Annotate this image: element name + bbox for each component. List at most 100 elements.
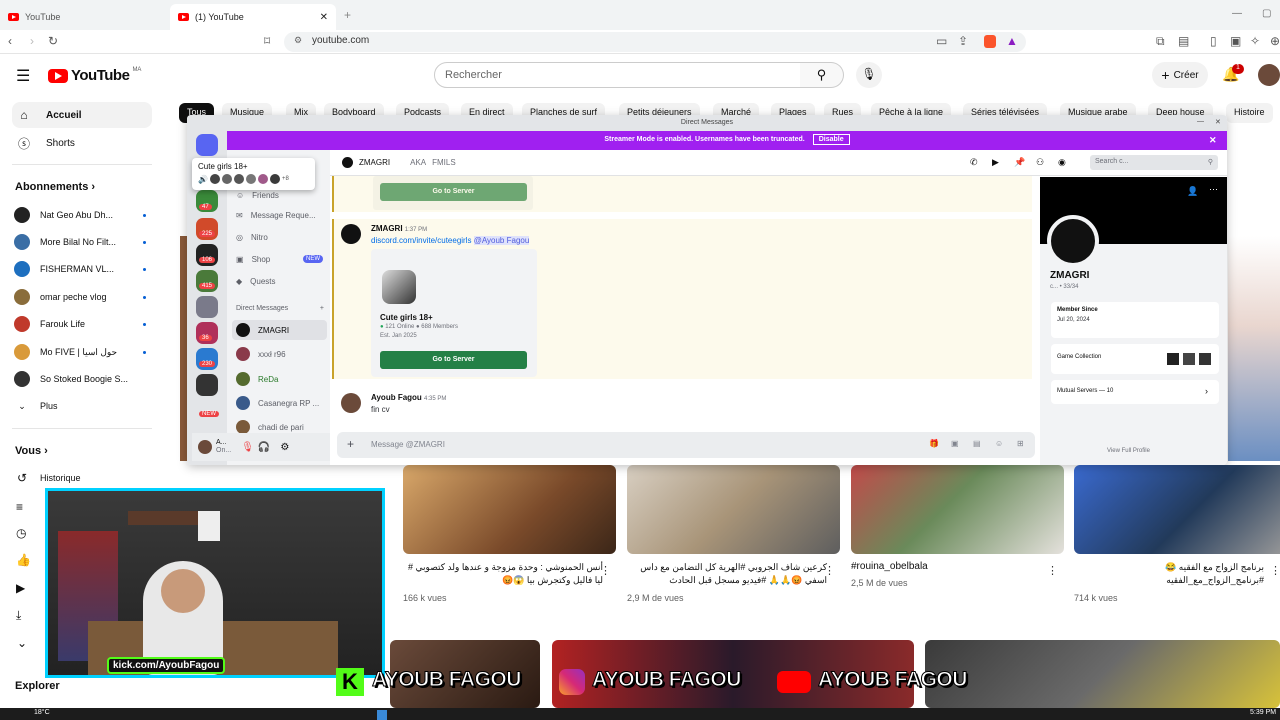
install-icon[interactable]: ▭ [936, 34, 947, 48]
tab-search-icon[interactable]: ▤ [1178, 34, 1189, 48]
video-call-icon[interactable]: ▶ [992, 157, 999, 168]
profile-toggle-icon[interactable]: ◉ [1058, 157, 1066, 168]
gif-icon[interactable]: ▣ [951, 439, 959, 448]
more-options-icon[interactable]: ⋯ [1209, 184, 1218, 195]
emoji-icon[interactable]: ☺ [995, 439, 1003, 448]
dm-item[interactable]: ReDa [232, 369, 327, 389]
user-mention[interactable]: @Ayoub Fagou [473, 236, 530, 245]
subscription-item[interactable]: Mo FIVE | حول اسيا [14, 340, 154, 364]
video-thumbnail[interactable] [627, 465, 840, 554]
back-icon[interactable]: ‹ [8, 34, 12, 48]
user-avatar[interactable] [341, 393, 361, 413]
site-info-icon[interactable]: ⚙ [294, 35, 302, 46]
sidebar-item-shorts[interactable]: ⓢ Shorts [12, 130, 152, 156]
sidebar-item-history[interactable]: ↺ Historique [14, 466, 154, 490]
discord-home-icon[interactable] [196, 134, 218, 156]
hamburger-menu-icon[interactable]: ☰ [16, 66, 30, 86]
more-options-icon[interactable]: ⋮ [600, 564, 611, 577]
window-close-icon[interactable]: ✕ [1215, 118, 1221, 126]
search-button[interactable]: ⚲ [800, 62, 844, 88]
more-options-icon[interactable]: ⋮ [1270, 564, 1280, 577]
subscription-item[interactable]: So Stoked Boogie S... [14, 367, 154, 391]
rewards-icon[interactable]: ▲ [1006, 34, 1018, 48]
user-avatar[interactable] [341, 224, 361, 244]
video-thumbnail[interactable] [851, 465, 1064, 554]
filter-chip[interactable]: Histoire [1226, 103, 1273, 123]
bookmark-icon[interactable]: ⌑ [264, 34, 270, 48]
video-title[interactable]: #rouina_obelbala [851, 561, 928, 572]
nav-shop[interactable]: ▣ Shop NEW [232, 249, 327, 269]
youtube-logo[interactable]: YouTube MA [48, 67, 141, 84]
self-avatar[interactable] [198, 440, 212, 454]
more-options-icon[interactable]: ⋮ [1047, 564, 1058, 577]
subscription-item[interactable]: More Bilal No Filt... [14, 230, 154, 254]
nav-quests[interactable]: ◆ Quests [232, 271, 327, 291]
attach-plus-icon[interactable]: + [347, 437, 354, 451]
video-title[interactable]: برنامج الزواج مع الفقيه 😂 #برنامج_الزواج… [1074, 561, 1264, 587]
browser-tab-2[interactable]: (1) YouTube ✕ [170, 4, 336, 30]
windows-start-icon[interactable] [377, 710, 387, 720]
dm-item[interactable]: ZMAGRI [232, 320, 327, 340]
subscription-item[interactable]: FISHERMAN VL... [14, 257, 154, 281]
forward-icon[interactable]: › [30, 34, 34, 48]
subscription-item[interactable]: Nat Geo Abu Dh... [14, 203, 154, 227]
sidebar-toggle-icon[interactable]: ▯ [1210, 34, 1217, 48]
subscription-item[interactable]: omar peche vlog [14, 285, 154, 309]
minimize-icon[interactable]: — [1232, 8, 1242, 19]
dm-item[interactable]: Casanegra RP ... [232, 393, 327, 413]
create-dm-icon[interactable]: + [320, 305, 324, 312]
server-icon[interactable] [196, 296, 218, 318]
downloads-icon[interactable]: ⤓ [16, 608, 21, 623]
pinned-icon[interactable]: 📌 [1014, 157, 1025, 168]
settings-gear-icon[interactable]: ⚙ [280, 442, 289, 453]
dm-item[interactable]: xxxł r96 [232, 344, 327, 364]
leo-icon[interactable]: ✧ [1250, 34, 1260, 48]
reload-icon[interactable]: ↻ [48, 34, 58, 48]
extensions-icon[interactable]: ⧉ [1156, 34, 1165, 49]
invite-link[interactable]: discord.com/invite/cuteegirls [371, 236, 471, 245]
brave-shield-icon[interactable] [984, 35, 996, 48]
video-title[interactable]: كرعين شاف الجروبي #الهرية كل التضامن مع … [627, 561, 827, 587]
show-more-button[interactable]: ⌄ Plus [14, 394, 154, 418]
watch-later-icon[interactable]: ◷ [16, 526, 26, 540]
new-tab-icon[interactable]: + [344, 8, 351, 22]
add-friends-icon[interactable]: ⚇ [1036, 157, 1044, 168]
sticker-icon[interactable]: ▤ [973, 439, 981, 448]
share-icon[interactable]: ⇪ [958, 34, 968, 48]
server-icon[interactable] [196, 374, 218, 396]
voice-search-button[interactable]: 🎙 [856, 62, 882, 88]
video-title[interactable]: أنس الحمنوشي : وحدة مزوجة و عندها ولد كت… [403, 561, 603, 587]
close-tab-icon[interactable]: ✕ [320, 12, 328, 23]
playlists-icon[interactable]: ≡ [16, 500, 23, 514]
add-friend-icon[interactable]: 👤 [1187, 186, 1198, 197]
create-button[interactable]: + Créer [1152, 62, 1208, 88]
search-input[interactable]: Rechercher [434, 62, 801, 88]
message-author[interactable]: ZMAGRI 1:37 PM [371, 224, 427, 233]
deafen-icon[interactable]: 🎧 [258, 442, 270, 453]
liked-videos-icon[interactable]: 👍 [16, 553, 31, 567]
url-field[interactable]: ⚙ youtube.com [284, 32, 1026, 52]
you-heading[interactable]: Vous › [15, 445, 48, 457]
subscription-item[interactable]: Farouk Life [14, 312, 154, 336]
maximize-icon[interactable]: ▢ [1262, 8, 1271, 19]
message-author[interactable]: Ayoub Fagou 4:35 PM [371, 393, 446, 402]
account-avatar[interactable] [1258, 64, 1280, 86]
mic-muted-icon[interactable]: 🎙 [241, 442, 254, 453]
subscriptions-heading[interactable]: Abonnements › [15, 181, 95, 193]
banner-close-icon[interactable]: ✕ [1209, 135, 1217, 146]
video-thumbnail[interactable] [1074, 465, 1280, 554]
go-to-server-button[interactable]: Go to Server [380, 351, 527, 369]
voice-call-icon[interactable]: ✆ [970, 157, 978, 168]
more-options-icon[interactable]: ⋮ [824, 564, 835, 577]
video-thumbnail[interactable] [403, 465, 616, 554]
profile-avatar[interactable] [1047, 215, 1099, 267]
game-collection-card[interactable]: Game Collection [1051, 344, 1219, 374]
browser-tab-1[interactable]: YouTube [0, 4, 168, 30]
your-videos-icon[interactable]: ▶ [16, 581, 25, 595]
menu-icon[interactable]: ⊕ [1270, 34, 1280, 48]
mutual-servers-row[interactable]: Mutual Servers — 10 › [1051, 380, 1219, 404]
nav-nitro[interactable]: ◎ Nitro [232, 227, 327, 247]
wallet-icon[interactable]: ▣ [1230, 34, 1241, 48]
video-thumbnail[interactable] [925, 640, 1280, 708]
nav-message-requests[interactable]: ✉ Message Reque... [232, 205, 327, 225]
